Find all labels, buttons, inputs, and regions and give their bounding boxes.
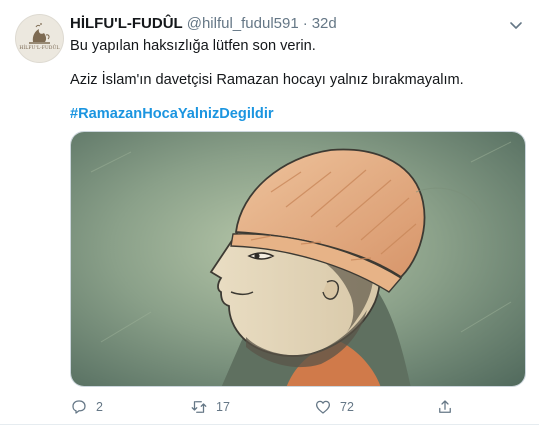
like-count: 72 (340, 400, 354, 414)
share-icon (439, 400, 451, 413)
avatar-text: HİLFU'L-FUDÛL (19, 46, 60, 51)
like-button[interactable]: 72 (314, 396, 354, 418)
tweet-text-line: Aziz İslam'ın davetçisi Ramazan hocayı y… (70, 72, 464, 88)
share-button[interactable] (436, 396, 454, 418)
avatar[interactable]: HİLFU'L-FUDÛL (15, 14, 64, 63)
tweet-text-line: Bu yapılan haksızlığa lütfen son verin. (70, 38, 316, 54)
tweet-timestamp[interactable]: 32d (312, 15, 337, 32)
tweet[interactable]: HİLFU'L-FUDÛL HİLFU'L-FUDÛL @hilful_fudul… (0, 0, 539, 425)
user-handle[interactable]: @hilful_fudul591 (187, 15, 299, 32)
hashtag-link[interactable]: #RamazanHocaYalnizDegildir (70, 104, 520, 124)
tweet-image[interactable] (70, 131, 526, 387)
display-name[interactable]: HİLFU'L-FUDÛL (70, 15, 183, 32)
reply-count: 2 (96, 400, 103, 414)
reply-icon (72, 400, 86, 414)
portrait-illustration (71, 132, 525, 386)
separator-dot: · (302, 15, 308, 32)
avatar-logo-icon (29, 23, 50, 44)
retweet-button[interactable]: 17 (190, 396, 230, 418)
retweet-icon (191, 401, 207, 413)
tweet-actions: 2 17 72 (70, 396, 470, 418)
tweet-header: HİLFU'L-FUDÛL @hilful_fudul591 · 32d (70, 14, 510, 34)
heart-icon (315, 400, 331, 414)
reply-button[interactable]: 2 (70, 396, 103, 418)
retweet-count: 17 (216, 400, 230, 414)
chevron-down-icon[interactable] (507, 16, 525, 34)
